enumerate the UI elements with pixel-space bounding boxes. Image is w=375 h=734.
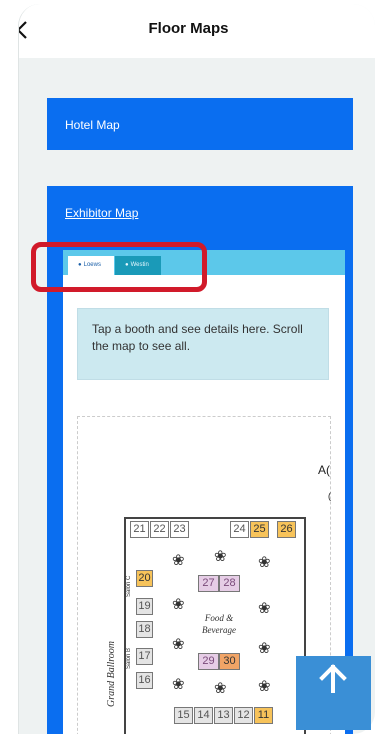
round-table-icon: ❀ xyxy=(258,554,271,571)
round-table-icon: ❀ xyxy=(258,678,271,695)
page-title: Floor Maps xyxy=(148,20,229,37)
round-table-icon: ❀ xyxy=(258,600,271,617)
scroll-to-top-button[interactable] xyxy=(296,656,371,730)
booth-27[interactable]: 27 xyxy=(198,575,219,592)
booth-12[interactable]: 12 xyxy=(234,707,253,724)
booth-21[interactable]: 21 xyxy=(130,521,149,538)
booth-28[interactable]: 28 xyxy=(219,575,240,592)
hotel-map-link[interactable]: Hotel Map xyxy=(65,118,120,132)
food-beverage-label-line2: Beverage xyxy=(202,625,236,635)
food-beverage-label-line1: Food & xyxy=(204,613,234,623)
hall-label-2: ( xyxy=(328,491,331,501)
booth-14[interactable]: 14 xyxy=(194,707,213,724)
round-table-icon: ❀ xyxy=(172,676,185,693)
salon-c-label: Salon C xyxy=(126,575,132,597)
hall-label: A( xyxy=(318,463,330,477)
floor-map[interactable]: A( ( 21 22 23 24 25 26 20 19 18 17 16 27… xyxy=(77,416,331,734)
booth-29[interactable]: 29 xyxy=(198,653,219,670)
booth-15[interactable]: 15 xyxy=(174,707,193,724)
booth-26[interactable]: 26 xyxy=(277,521,296,538)
booth-24[interactable]: 24 xyxy=(230,521,249,538)
nav-bar: Floor Maps xyxy=(19,4,375,58)
round-table-icon: ❀ xyxy=(258,640,271,657)
booth-30[interactable]: 30 xyxy=(219,653,240,670)
booth-11[interactable]: 11 xyxy=(254,707,273,724)
round-table-icon: ❀ xyxy=(214,680,227,697)
tab-highlight-annotation xyxy=(31,242,207,292)
room-wall-top xyxy=(124,517,304,519)
room-wall-left xyxy=(124,517,126,734)
booth-13[interactable]: 13 xyxy=(214,707,233,724)
salon-b-label: Salon B xyxy=(126,647,132,669)
round-table-icon: ❀ xyxy=(172,552,185,569)
booth-19[interactable]: 19 xyxy=(136,598,153,615)
booth-18[interactable]: 18 xyxy=(136,621,153,638)
exhibitor-map-link[interactable]: Exhibitor Map xyxy=(65,206,138,220)
round-table-icon: ❀ xyxy=(172,636,185,653)
booth-17[interactable]: 17 xyxy=(136,648,153,665)
app-screen: Floor Maps Hotel Map Exhibitor Map ● Loew… xyxy=(18,4,375,734)
booth-20[interactable]: 20 xyxy=(136,570,153,587)
arrow-up-icon xyxy=(319,664,347,693)
booth-25[interactable]: 25 xyxy=(250,521,269,538)
hotel-map-panel[interactable]: Hotel Map xyxy=(47,98,353,150)
round-table-icon: ❀ xyxy=(214,548,227,565)
grand-ballroom-label: Grand Ballroom xyxy=(106,640,117,707)
booth-23[interactable]: 23 xyxy=(170,521,189,538)
booth-info-box: Tap a booth and see details here. Scroll… xyxy=(77,308,329,380)
booth-22[interactable]: 22 xyxy=(150,521,169,538)
round-table-icon: ❀ xyxy=(172,596,185,613)
booth-16[interactable]: 16 xyxy=(136,672,153,689)
